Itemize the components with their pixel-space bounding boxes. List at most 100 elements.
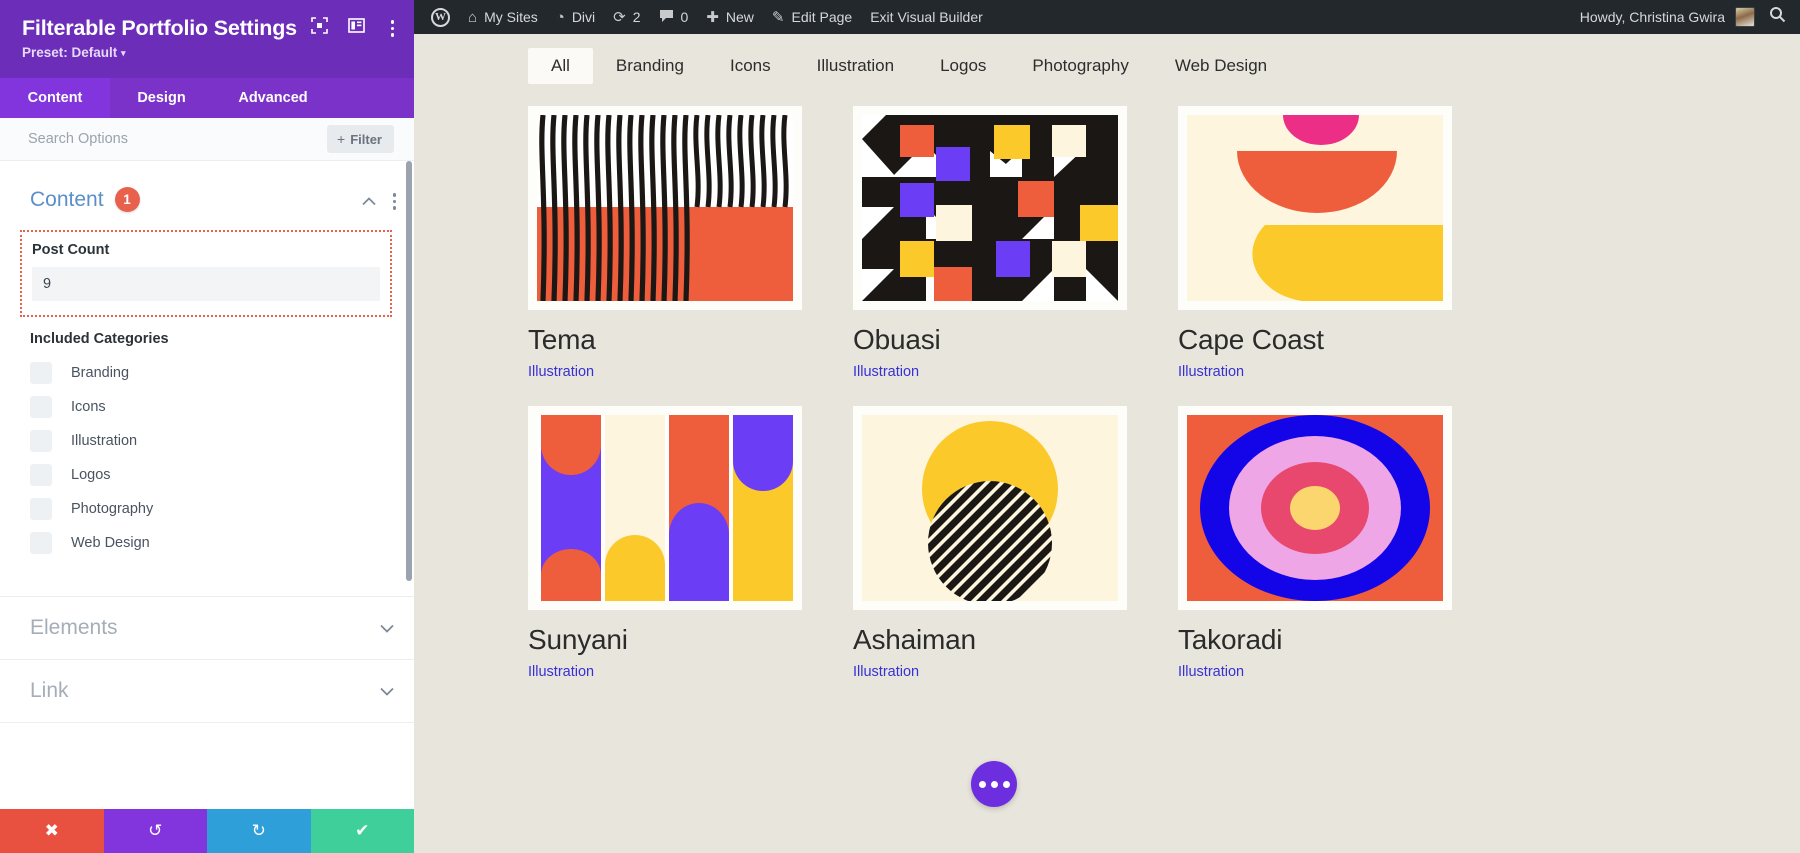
preset-label: Preset: Default bbox=[22, 45, 117, 60]
filter-tab-logos[interactable]: Logos bbox=[917, 48, 1009, 84]
portfolio-thumbnail-tema bbox=[537, 115, 793, 301]
content-section-title: Content bbox=[30, 188, 104, 212]
portfolio-item[interactable]: Ashaiman Illustration bbox=[853, 406, 1127, 680]
content-section-actions bbox=[362, 193, 397, 210]
filter-tab-branding[interactable]: Branding bbox=[593, 48, 707, 84]
settings-panel-header: Filterable Portfolio Settings Preset: De… bbox=[0, 0, 414, 78]
chevron-down-icon[interactable] bbox=[380, 683, 394, 700]
wordpress-logo-icon[interactable]: W bbox=[422, 0, 459, 34]
section-elements[interactable]: Elements bbox=[0, 596, 414, 659]
portfolio-thumbnail-takoradi bbox=[1187, 415, 1443, 601]
dot-icon bbox=[1003, 781, 1010, 788]
edit-page-label: Edit Page bbox=[792, 9, 853, 25]
chevron-up-icon[interactable] bbox=[362, 194, 376, 209]
portfolio-item-category[interactable]: Illustration bbox=[528, 664, 802, 680]
filter-tab-photography[interactable]: Photography bbox=[1009, 48, 1151, 84]
portfolio-thumbnail-frame bbox=[853, 106, 1127, 310]
my-sites-menu[interactable]: ⌂ My Sites bbox=[459, 0, 547, 34]
save-button[interactable]: ✔ bbox=[311, 809, 415, 853]
divi-menu[interactable]: ◔ Divi bbox=[547, 0, 604, 34]
filter-tab-all[interactable]: All bbox=[528, 48, 593, 84]
chevron-down-icon[interactable] bbox=[380, 620, 394, 637]
status-badge: 1 bbox=[115, 187, 140, 212]
portfolio-item[interactable]: Cape Coast Illustration bbox=[1178, 106, 1452, 380]
filter-tab-illustration[interactable]: Illustration bbox=[794, 48, 917, 84]
comments-menu[interactable]: 0 bbox=[650, 0, 698, 34]
filter-button-label: Filter bbox=[350, 132, 382, 147]
portfolio-item-category[interactable]: Illustration bbox=[1178, 364, 1452, 380]
category-label: Branding bbox=[71, 365, 129, 381]
undo-button[interactable]: ↺ bbox=[104, 809, 208, 853]
portfolio-item-category[interactable]: Illustration bbox=[528, 364, 802, 380]
category-checkbox-icons[interactable]: Icons bbox=[30, 390, 414, 424]
search-icon[interactable] bbox=[1765, 6, 1790, 28]
included-categories-group: Included Categories Branding Icons Illus… bbox=[0, 317, 414, 560]
redo-button[interactable]: ↻ bbox=[207, 809, 311, 853]
avatar[interactable] bbox=[1735, 7, 1755, 27]
focus-mode-icon[interactable] bbox=[311, 17, 328, 39]
tab-advanced[interactable]: Advanced bbox=[213, 78, 333, 118]
edit-page-menu[interactable]: ✎ Edit Page bbox=[763, 0, 861, 34]
category-label: Logos bbox=[71, 467, 111, 483]
page-preview: W ⌂ My Sites ◔ Divi ⟳ 2 0 ✚ N bbox=[414, 0, 1800, 853]
app-root: Filterable Portfolio Settings Preset: De… bbox=[0, 0, 1800, 853]
portfolio-item-category[interactable]: Illustration bbox=[853, 364, 1127, 380]
portfolio-item[interactable]: Takoradi Illustration bbox=[1178, 406, 1452, 680]
cancel-button[interactable]: ✖ bbox=[0, 809, 104, 853]
module-settings-panel: Filterable Portfolio Settings Preset: De… bbox=[0, 0, 414, 853]
new-content-menu[interactable]: ✚ New bbox=[697, 0, 763, 34]
checkbox-icon[interactable] bbox=[30, 362, 52, 384]
checkbox-icon[interactable] bbox=[30, 498, 52, 520]
portfolio-thumbnail-ashaiman bbox=[862, 415, 1118, 601]
updates-menu[interactable]: ⟳ 2 bbox=[604, 0, 649, 34]
settings-scrollbar[interactable] bbox=[406, 161, 412, 581]
category-label: Photography bbox=[71, 501, 153, 517]
tab-design[interactable]: Design bbox=[110, 78, 213, 118]
section-more-options-icon[interactable] bbox=[393, 193, 397, 210]
portfolio-thumbnail-obuasi bbox=[862, 115, 1118, 301]
filter-tab-web-design[interactable]: Web Design bbox=[1152, 48, 1290, 84]
exit-visual-builder[interactable]: Exit Visual Builder bbox=[861, 0, 992, 34]
page-settings-fab[interactable] bbox=[971, 761, 1017, 807]
category-checkbox-illustration[interactable]: Illustration bbox=[30, 424, 414, 458]
category-checkbox-logos[interactable]: Logos bbox=[30, 458, 414, 492]
plus-icon: ✚ bbox=[706, 10, 719, 25]
portfolio-item-category[interactable]: Illustration bbox=[853, 664, 1127, 680]
wordpress-w-glyph: W bbox=[431, 8, 450, 27]
portfolio-filter-tabs: All Branding Icons Illustration Logos Ph… bbox=[414, 34, 1800, 98]
checkbox-icon[interactable] bbox=[30, 464, 52, 486]
portfolio-item[interactable]: Tema Illustration bbox=[528, 106, 802, 380]
panel-layout-icon[interactable] bbox=[348, 17, 365, 39]
portfolio-thumbnail-frame bbox=[528, 406, 802, 610]
pencil-icon: ✎ bbox=[772, 10, 785, 25]
portfolio-thumbnail-cape-coast bbox=[1187, 115, 1443, 301]
more-options-icon[interactable] bbox=[385, 17, 401, 40]
checkbox-icon[interactable] bbox=[30, 430, 52, 452]
filter-button[interactable]: + Filter bbox=[327, 125, 394, 153]
howdy-label[interactable]: Howdy, Christina Gwira bbox=[1580, 9, 1725, 25]
category-checkbox-branding[interactable]: Branding bbox=[30, 356, 414, 390]
post-count-input[interactable] bbox=[32, 267, 380, 301]
divider bbox=[0, 722, 414, 723]
exit-visual-builder-label: Exit Visual Builder bbox=[870, 9, 983, 25]
portfolio-item-category[interactable]: Illustration bbox=[1178, 664, 1452, 680]
category-checkbox-photography[interactable]: Photography bbox=[30, 492, 414, 526]
wp-admin-bar: W ⌂ My Sites ◔ Divi ⟳ 2 0 ✚ N bbox=[414, 0, 1800, 34]
portfolio-item[interactable]: Obuasi Illustration bbox=[853, 106, 1127, 380]
checkbox-icon[interactable] bbox=[30, 532, 52, 554]
category-checkbox-web-design[interactable]: Web Design bbox=[30, 526, 414, 560]
tab-content[interactable]: Content bbox=[0, 78, 110, 118]
admin-bar-right: Howdy, Christina Gwira bbox=[1580, 0, 1790, 34]
checkbox-icon[interactable] bbox=[30, 396, 52, 418]
filter-tab-icons[interactable]: Icons bbox=[707, 48, 794, 84]
search-input[interactable] bbox=[28, 131, 278, 147]
divi-icon: ◔ bbox=[556, 10, 565, 25]
settings-header-actions bbox=[311, 17, 401, 40]
dot-icon bbox=[979, 781, 986, 788]
home-icon: ⌂ bbox=[468, 10, 477, 25]
portfolio-item[interactable]: Sunyani Illustration bbox=[528, 406, 802, 680]
portfolio-thumbnail-frame bbox=[853, 406, 1127, 610]
preset-selector[interactable]: Preset: Default ▾ bbox=[22, 45, 396, 60]
section-link[interactable]: Link bbox=[0, 659, 414, 722]
new-label: New bbox=[726, 9, 754, 25]
